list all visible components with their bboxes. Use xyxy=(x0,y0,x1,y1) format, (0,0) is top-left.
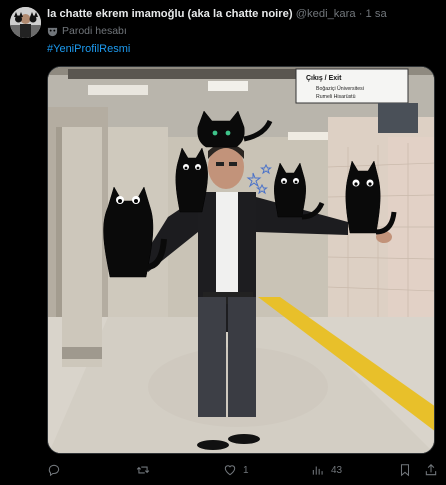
author-handle[interactable]: @kedi_kara xyxy=(296,8,356,20)
mask-icon xyxy=(47,27,58,36)
reply-icon xyxy=(48,464,60,477)
like-button[interactable]: 1 xyxy=(223,460,249,480)
author-name[interactable]: la chatte ekrem imamoğlu (aka la chatte … xyxy=(47,8,293,20)
avatar[interactable] xyxy=(10,7,41,38)
tweet-photo[interactable]: Çıkış / Exit Boğaziçi Üniversitesi Rumel… xyxy=(47,66,435,454)
share-icon xyxy=(425,464,437,476)
bookmark-icon xyxy=(400,464,410,477)
tweet[interactable]: la chatte ekrem imamoğlu (aka la chatte … xyxy=(0,0,446,485)
tweet-actions: 1 43 xyxy=(47,460,442,480)
hashtag-link[interactable]: #YeniProfilResmi xyxy=(47,43,130,55)
timestamp[interactable]: 1 sa xyxy=(366,8,387,20)
views-count: 43 xyxy=(331,464,343,476)
bookmark-button[interactable] xyxy=(398,460,412,480)
parody-label: Parodi hesabı xyxy=(62,25,127,37)
avatar-image xyxy=(10,7,41,38)
photo-content: Çıkış / Exit Boğaziçi Üniversitesi Rumel… xyxy=(48,67,434,453)
separator-dot: · xyxy=(358,8,363,20)
heart-icon xyxy=(224,465,236,476)
retweet-button[interactable] xyxy=(136,460,150,480)
tweet-header: la chatte ekrem imamoğlu (aka la chatte … xyxy=(47,8,442,24)
exit-sign-text: Çıkış / Exit xyxy=(306,75,342,82)
retweet-icon xyxy=(136,466,150,474)
like-count: 1 xyxy=(243,464,249,476)
views-button[interactable]: 43 xyxy=(311,460,342,480)
reply-button[interactable] xyxy=(47,460,61,480)
sign-line-2: Rumeli Hisarüstü xyxy=(316,94,356,100)
parody-label-row: Parodi hesabı xyxy=(47,25,127,37)
views-bar-chart-icon xyxy=(312,466,323,475)
sign-line-1: Boğaziçi Üniversitesi xyxy=(316,85,364,92)
share-button[interactable] xyxy=(424,460,438,480)
